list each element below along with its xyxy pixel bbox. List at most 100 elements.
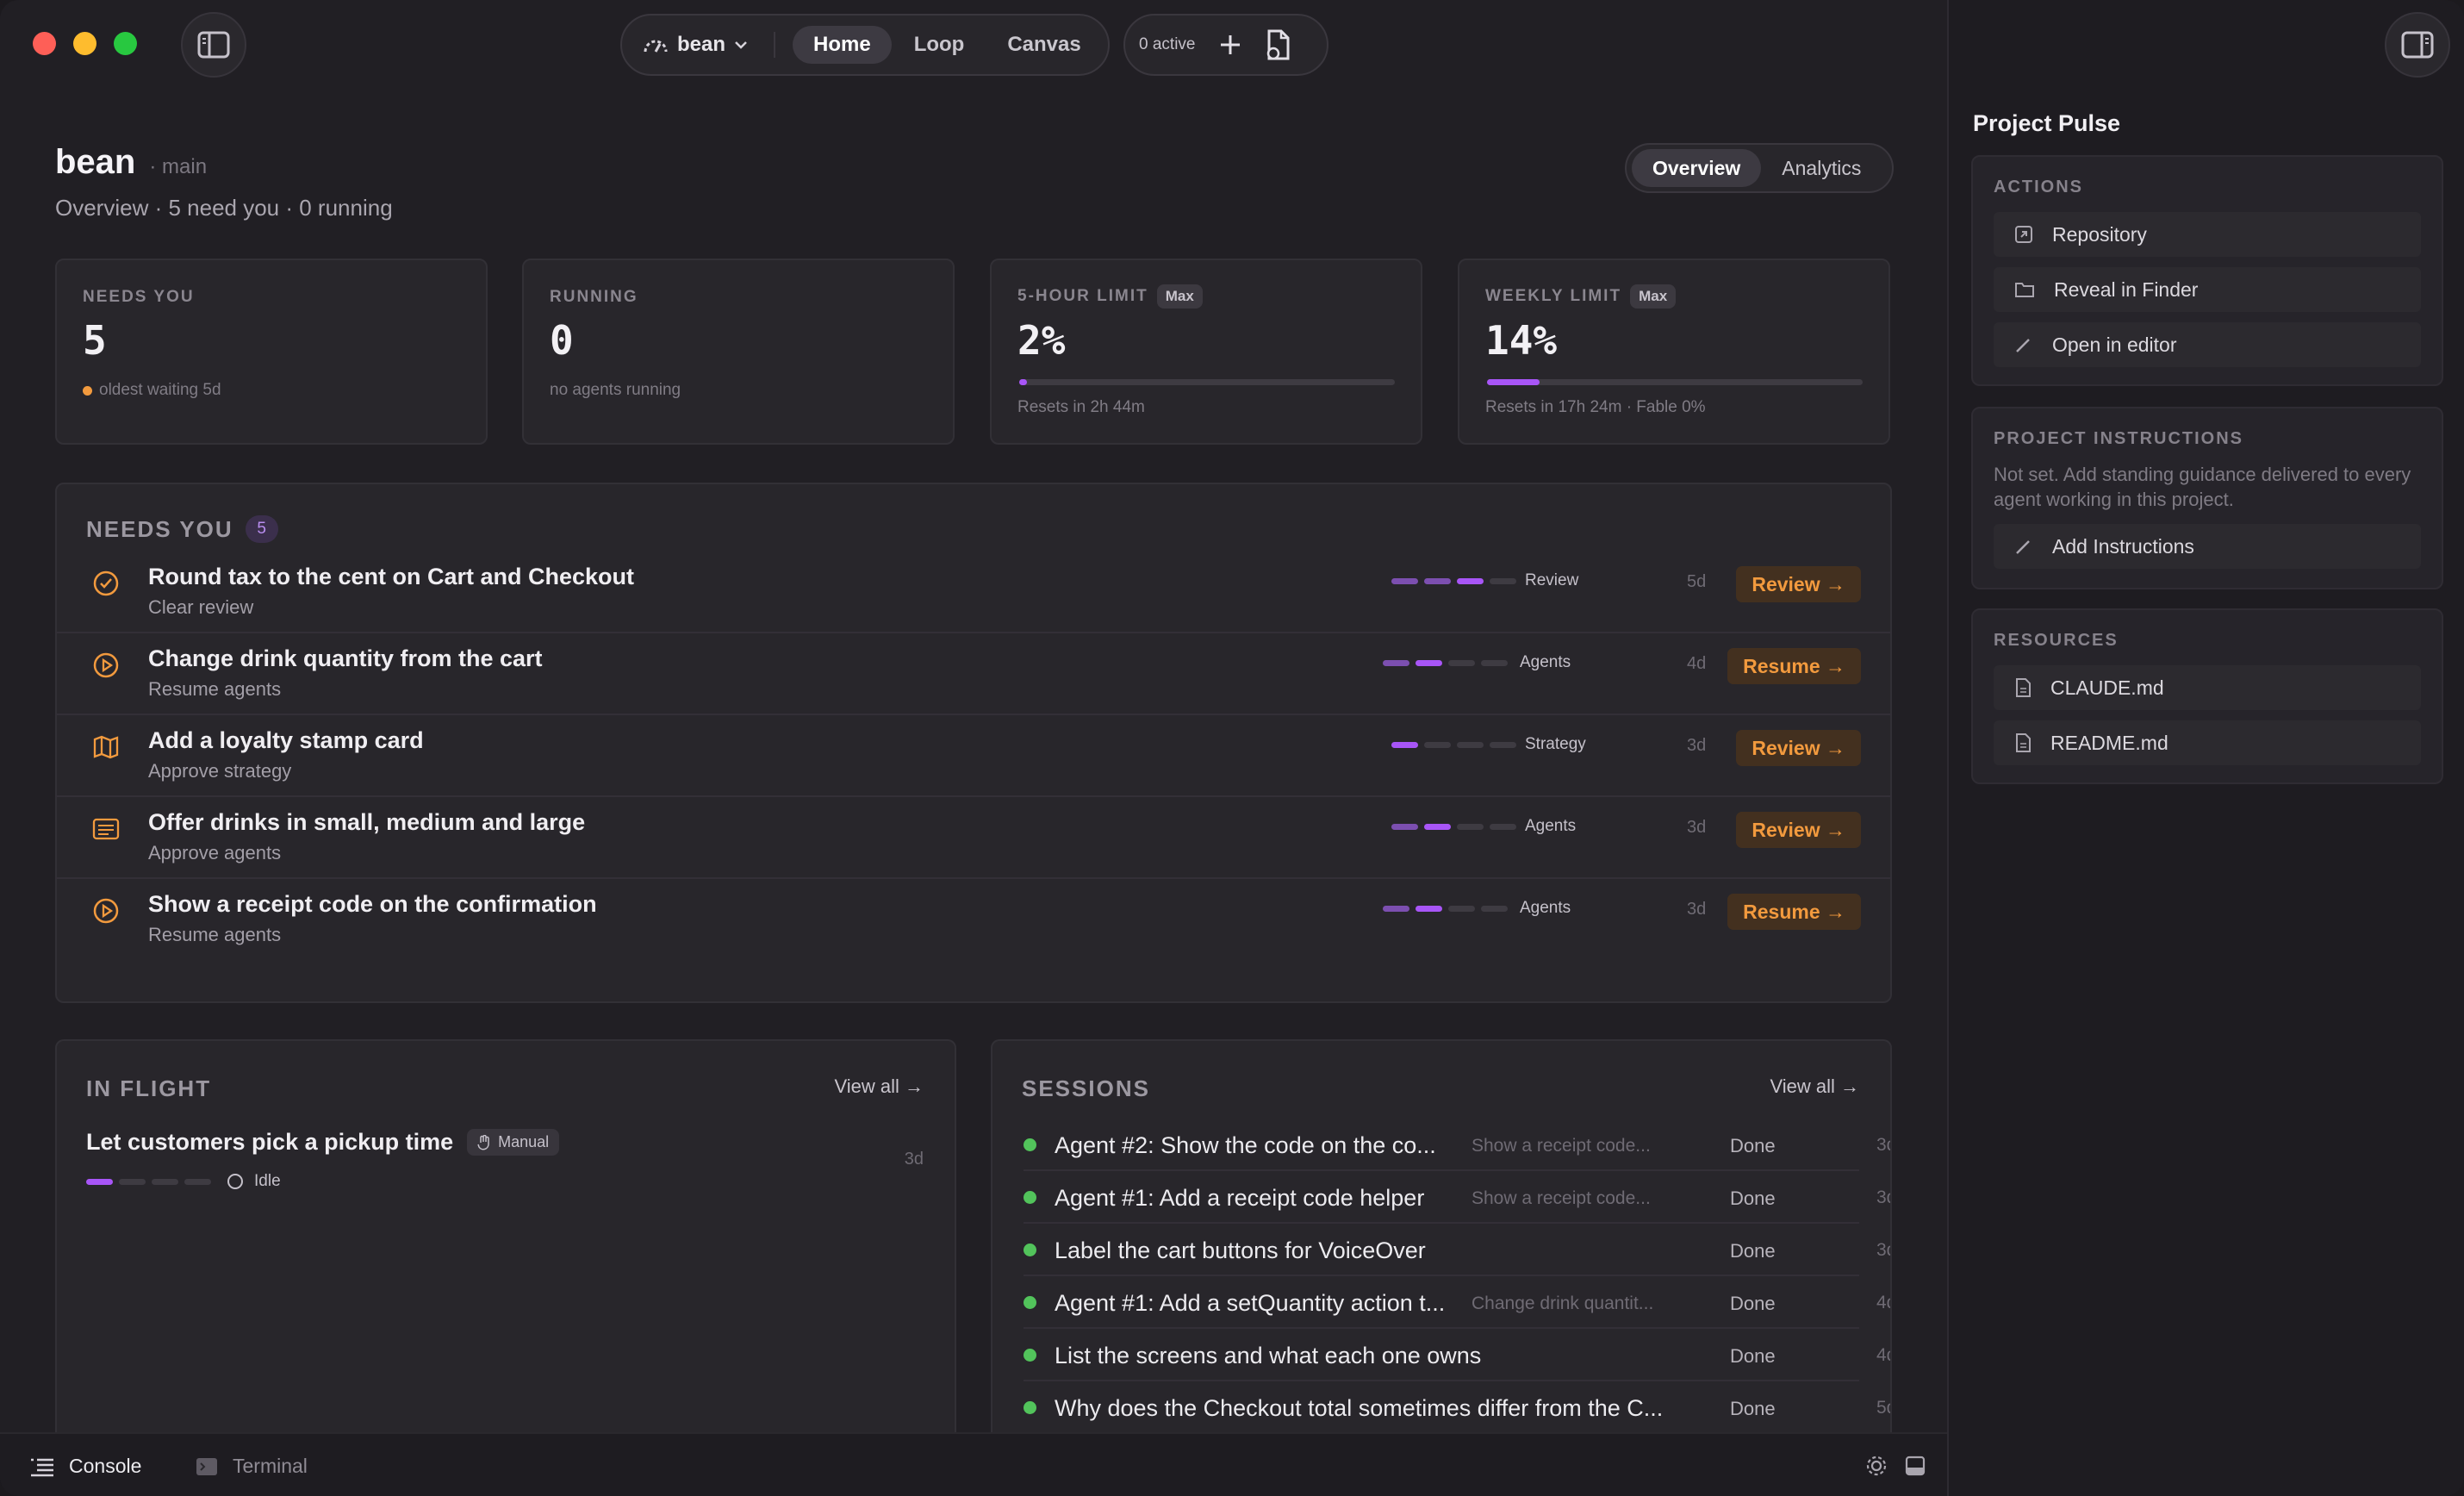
actions-panel: ACTIONS Repository Reveal in Finder Open… (1971, 155, 2443, 386)
stage-progress (1391, 742, 1516, 748)
section-title: SESSIONS (1022, 1075, 1150, 1101)
project-selector[interactable]: bean (643, 32, 776, 58)
step-segment (1383, 660, 1409, 666)
check-circle-icon (91, 569, 121, 598)
session-row[interactable]: Agent #1: Add a setQuantity action t... C… (1024, 1276, 1890, 1329)
flight-title: Let customers pick a pickup time (86, 1129, 454, 1155)
review-button[interactable]: Review → (1736, 566, 1861, 602)
session-status: Done (1730, 1398, 1776, 1419)
review-button[interactable]: Review → (1736, 812, 1861, 848)
usage-bar (1019, 379, 1395, 385)
session-row[interactable]: Why does the Checkout total sometimes di… (1024, 1381, 1890, 1434)
step-segment (1391, 742, 1418, 748)
session-age: 3d (1876, 1240, 1890, 1260)
terminal-icon (196, 1457, 217, 1475)
close-window-button[interactable] (33, 32, 56, 55)
sidebar-right-icon (2401, 31, 2434, 59)
session-age: 5d (1876, 1398, 1890, 1418)
list-icon (91, 814, 121, 844)
resume-button[interactable]: Resume → (1727, 648, 1861, 684)
open-in-editor-button[interactable]: Open in editor (1994, 322, 2421, 367)
stage-label: Agents (1525, 817, 1577, 835)
step-segment (1481, 660, 1508, 666)
item-title: Change drink quantity from the cart (148, 645, 543, 671)
item-age: 3d (1687, 900, 1707, 919)
tab-overview[interactable]: Overview (1632, 149, 1762, 187)
tab-canvas[interactable]: Canvas (986, 26, 1101, 64)
zoom-window-button[interactable] (114, 32, 137, 55)
resource-readme-md[interactable]: README.md (1994, 720, 2421, 765)
terminal-tab[interactable]: Terminal (195, 1455, 308, 1478)
needs-you-item[interactable]: Offer drinks in small, medium and large A… (55, 797, 1892, 879)
panel-label: RESOURCES (1994, 631, 2119, 650)
stage-label: Agents (1520, 899, 1571, 917)
flight-progress: Idle (86, 1172, 281, 1191)
manual-tag: Manual (467, 1129, 560, 1156)
active-count: 0 active (1139, 35, 1196, 53)
console-icon (31, 1458, 53, 1476)
resource-label: CLAUDE.md (2050, 676, 2164, 699)
session-status: Done (1730, 1187, 1776, 1209)
page-subtitle: Overview · 5 need you · 0 running (55, 195, 393, 221)
panel-bottom-icon[interactable] (1904, 1455, 1926, 1477)
stat-running: RUNNING 0 no agents running (522, 259, 955, 445)
bottom-bar: Console Terminal (0, 1432, 1947, 1496)
view-all-link[interactable]: View all → (1770, 1075, 1859, 1098)
play-circle-icon (91, 896, 121, 926)
window-controls (33, 32, 137, 55)
section-title: IN FLIGHT (86, 1075, 212, 1101)
list-item[interactable]: Let customers pick a pickup time Manual (86, 1129, 560, 1156)
needs-you-item[interactable]: Show a receipt code on the confirmation R… (55, 879, 1892, 961)
item-age: 4d (1687, 654, 1707, 673)
tab-home[interactable]: Home (793, 26, 892, 64)
stat-note: Resets in 2h 44m (1017, 398, 1145, 416)
section-title: NEEDS YOU (86, 515, 233, 542)
session-row[interactable]: Label the cart buttons for VoiceOver Done… (1024, 1224, 1890, 1276)
status-dot-icon (1024, 1138, 1036, 1151)
idle-circle-icon (227, 1174, 243, 1189)
item-subtitle: Approve strategy (148, 760, 292, 782)
step-segment (1424, 824, 1451, 830)
session-name: Why does the Checkout total sometimes di… (1055, 1395, 1664, 1421)
view-all-link[interactable]: View all → (834, 1075, 924, 1098)
count-badge: 5 (245, 515, 278, 543)
stat-label: WEEKLY LIMIT (1485, 287, 1622, 305)
stat-value: 2% (1017, 317, 1066, 364)
add-instructions-button[interactable]: Add Instructions (1994, 524, 2421, 569)
action-label: Add Instructions (2052, 534, 2194, 558)
gear-icon[interactable] (1865, 1455, 1888, 1477)
needs-you-item[interactable]: Round tax to the cent on Cart and Checko… (55, 552, 1892, 633)
chevron-down-icon (735, 41, 747, 49)
resume-button[interactable]: Resume → (1727, 894, 1861, 930)
session-row[interactable]: Agent #1: Add a receipt code helper Show … (1024, 1171, 1890, 1224)
tag-label: Manual (498, 1133, 550, 1150)
session-parent: Show a receipt code... (1472, 1136, 1651, 1156)
needs-you-item[interactable]: Add a loyalty stamp card Approve strategy… (55, 715, 1892, 797)
page-header: bean · main (55, 143, 207, 182)
resource-claude-md[interactable]: CLAUDE.md (1994, 665, 2421, 710)
repository-button[interactable]: Repository (1994, 212, 2421, 257)
gauge-icon (644, 40, 668, 53)
toggle-sidebar-button[interactable] (181, 12, 246, 78)
reveal-in-finder-button[interactable]: Reveal in Finder (1994, 267, 2421, 312)
step-segment (1490, 824, 1516, 830)
needs-you-item[interactable]: Change drink quantity from the cart Resum… (55, 633, 1892, 715)
plan-badge: Max (1630, 284, 1677, 309)
session-row[interactable]: Agent #2: Show the code on the co... Show… (1024, 1119, 1890, 1171)
tab-analytics[interactable]: Analytics (1761, 149, 1882, 187)
new-file-icon[interactable] (1266, 29, 1291, 60)
flight-age: 3d (904, 1150, 924, 1169)
page-title: bean (55, 143, 136, 181)
review-button[interactable]: Review → (1736, 730, 1861, 766)
toggle-inspector-button[interactable] (2385, 12, 2450, 78)
item-title: Round tax to the cent on Cart and Checko… (148, 564, 635, 589)
console-label: Console (69, 1455, 142, 1477)
console-tab[interactable]: Console (29, 1455, 141, 1478)
plus-icon[interactable] (1219, 34, 1241, 56)
warning-dot-icon (83, 385, 92, 396)
session-row[interactable]: List the screens and what each one owns D… (1024, 1329, 1890, 1381)
step-segment (1391, 578, 1418, 584)
minimize-window-button[interactable] (73, 32, 96, 55)
stage-label: Review (1525, 571, 1579, 589)
tab-loop[interactable]: Loop (893, 26, 986, 64)
